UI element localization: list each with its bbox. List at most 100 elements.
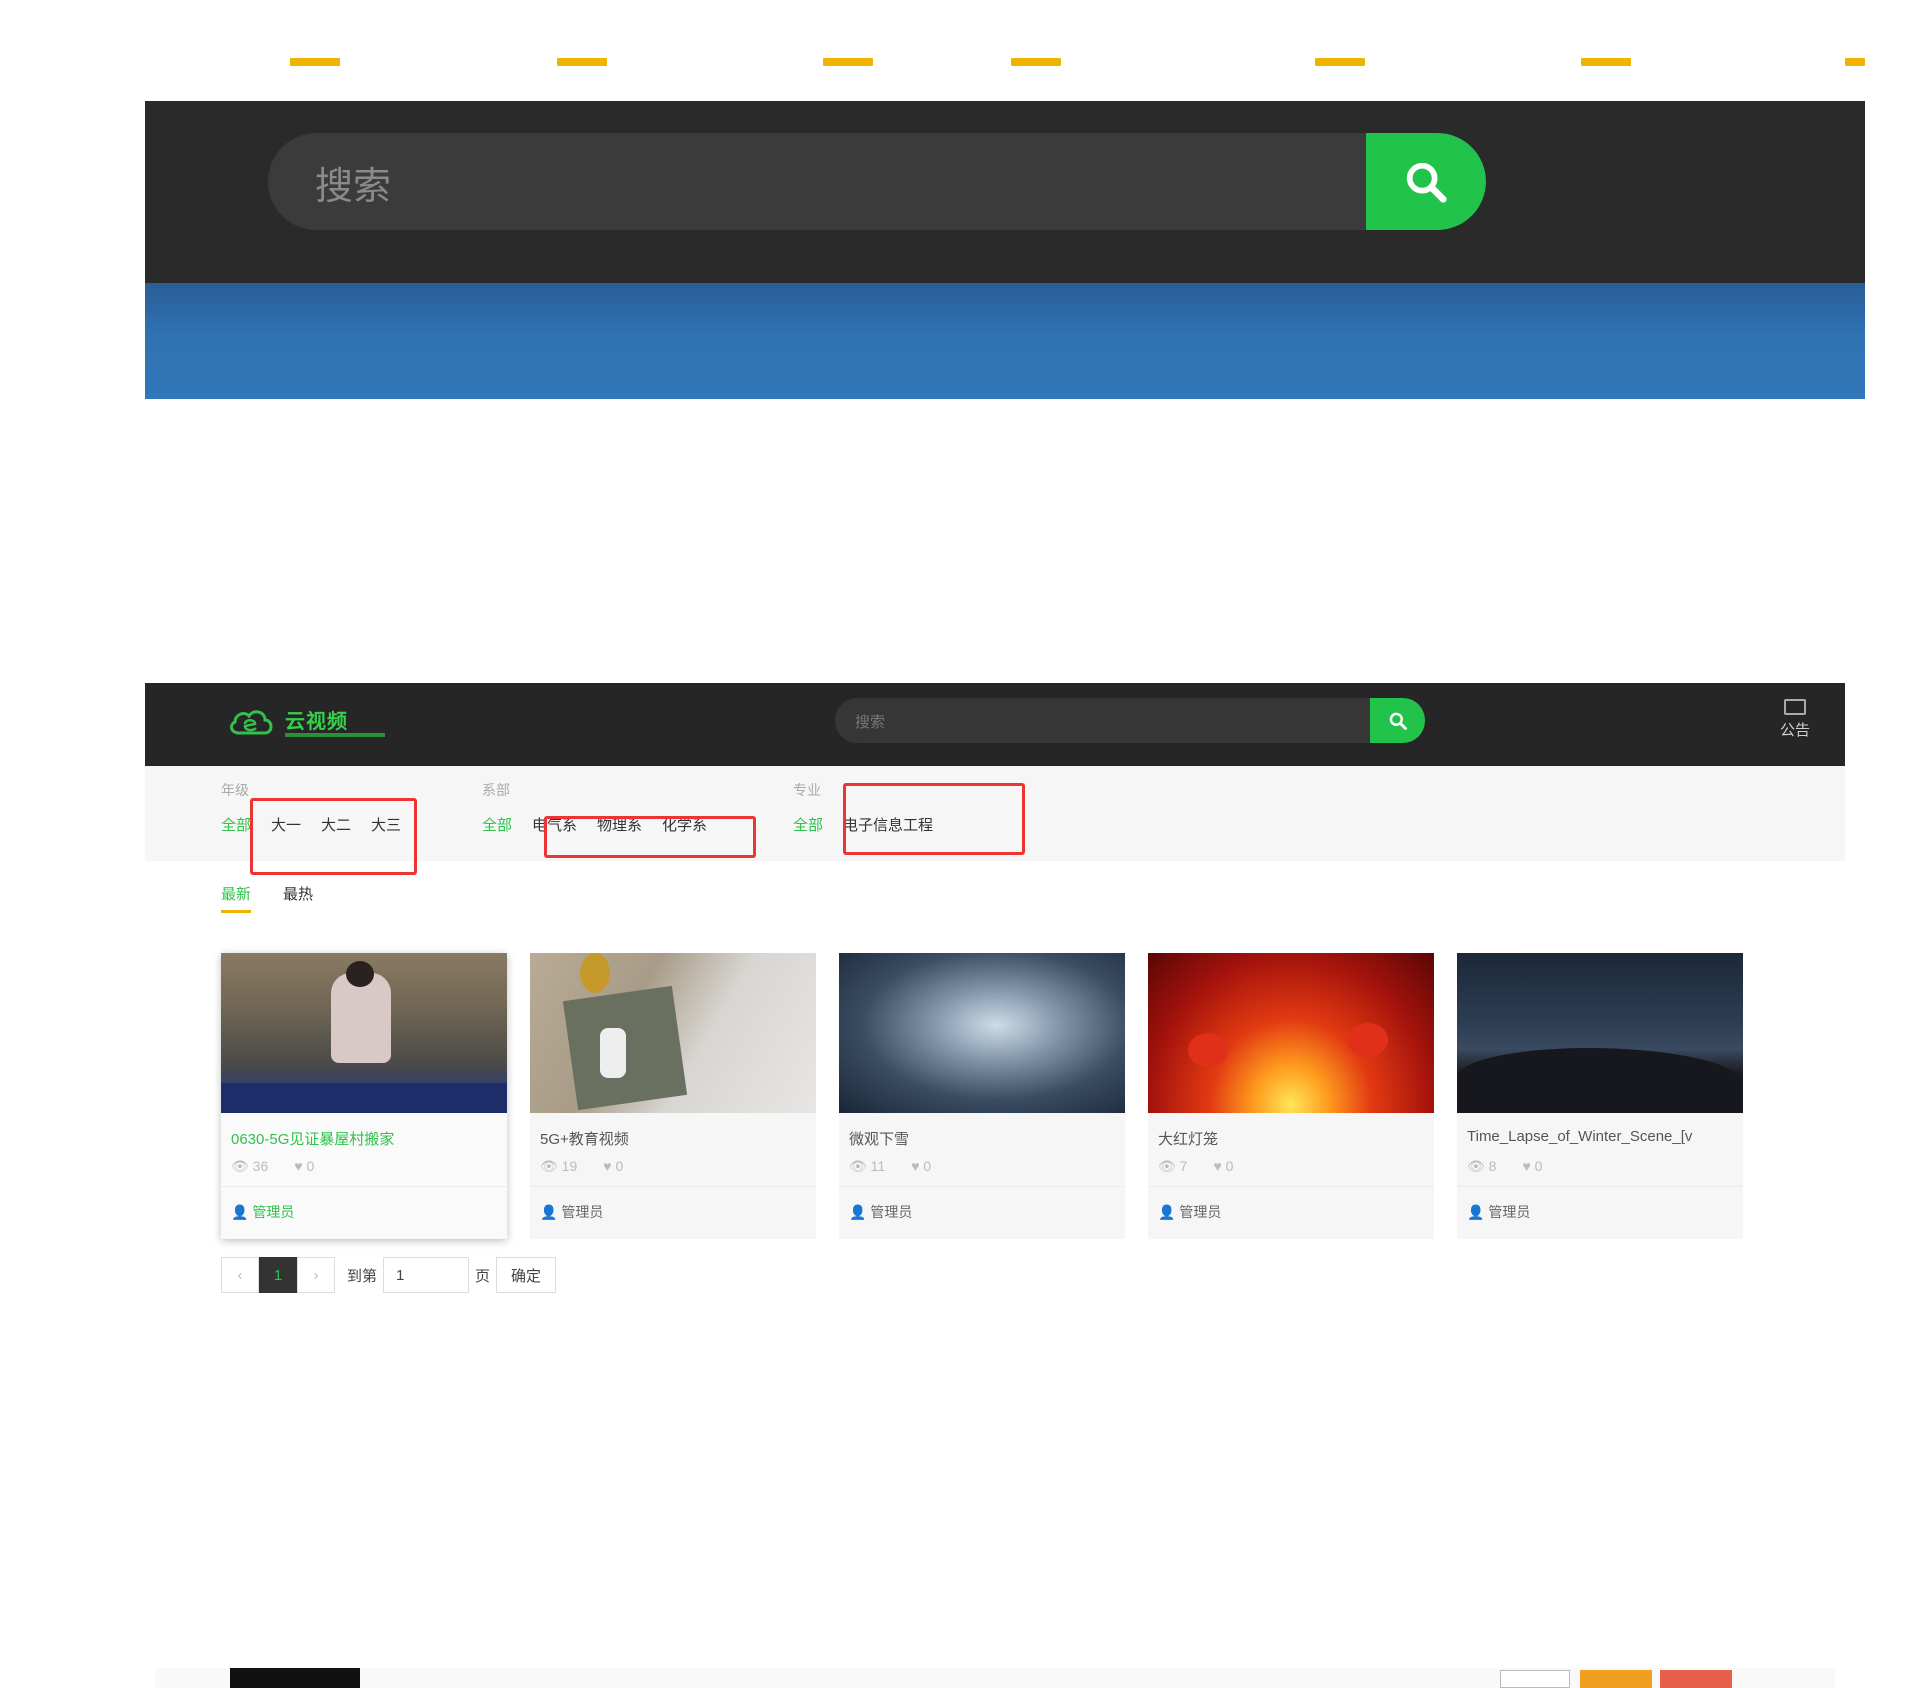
video-card[interactable]: 微观下雪 👁 11 ♥ 0 👤 管理员 xyxy=(839,953,1125,1239)
like-count: ♥ 0 xyxy=(911,1158,931,1175)
top-strip-marker xyxy=(1315,58,1365,66)
heart-icon: ♥ xyxy=(294,1158,303,1174)
prev-page-button[interactable]: ‹ xyxy=(221,1257,259,1293)
heart-icon: ♥ xyxy=(1213,1158,1222,1174)
heart-icon: ♥ xyxy=(911,1158,920,1174)
video-thumbnail[interactable] xyxy=(221,953,507,1113)
site-logo[interactable]: 云视频 xyxy=(227,703,427,749)
filter-option-all[interactable]: 全部 xyxy=(793,814,823,835)
card-divider xyxy=(1457,1186,1743,1187)
zoomed-search-input[interactable]: 搜索 xyxy=(315,155,391,210)
pagination: ‹ 1 › 到第 1 页 确定 xyxy=(221,1256,557,1294)
video-author[interactable]: 👤 管理员 xyxy=(1467,1202,1530,1222)
video-thumbnail[interactable] xyxy=(530,953,816,1113)
author-name: 管理员 xyxy=(252,1204,295,1220)
zoomed-search-button[interactable] xyxy=(1366,133,1486,230)
user-icon: 👤 xyxy=(849,1204,867,1220)
top-strip-marker xyxy=(1011,58,1061,66)
like-count-value: 0 xyxy=(306,1158,315,1174)
like-count: ♥ 0 xyxy=(603,1158,623,1175)
logo-subtitle-line xyxy=(285,733,385,737)
video-thumbnail[interactable] xyxy=(1457,953,1743,1113)
highlight-box-major xyxy=(843,783,1025,855)
author-name: 管理员 xyxy=(561,1204,604,1220)
site-header: 云视频 搜索 公告 xyxy=(145,683,1845,766)
video-card[interactable]: Time_Lapse_of_Winter_Scene_[v 👁 8 ♥ 0 👤 … xyxy=(1457,953,1743,1239)
like-count: ♥ 0 xyxy=(1213,1158,1233,1175)
video-card[interactable]: 0630-5G见证暴屋村搬家 👁 36 ♥ 0 👤 管理员 xyxy=(221,953,507,1239)
tab-hottest[interactable]: 最热 xyxy=(283,883,313,913)
view-count-value: 36 xyxy=(252,1158,269,1174)
author-name: 管理员 xyxy=(1488,1204,1531,1220)
logo-text: 云视频 xyxy=(285,709,348,733)
cropped-button xyxy=(1580,1670,1652,1688)
cloud-logo-icon xyxy=(230,710,273,735)
top-strip-marker xyxy=(823,58,873,66)
author-name: 管理员 xyxy=(1179,1204,1222,1220)
sort-tabs: 最新 最热 xyxy=(221,883,313,913)
zoomed-search-bar[interactable]: 搜索 xyxy=(268,133,1486,230)
heart-icon: ♥ xyxy=(1522,1158,1531,1174)
video-card[interactable]: 5G+教育视频 👁 19 ♥ 0 👤 管理员 xyxy=(530,953,816,1239)
search-button[interactable] xyxy=(1370,698,1425,743)
page-unit-label: 页 xyxy=(475,1267,491,1285)
like-count-value: 0 xyxy=(1534,1158,1543,1174)
video-author[interactable]: 👤 管理员 xyxy=(540,1202,603,1222)
notice-icon xyxy=(1784,699,1806,715)
cropped-dark-block xyxy=(230,1668,360,1688)
highlight-box-grade xyxy=(250,798,417,875)
banner-image xyxy=(145,283,1865,399)
video-thumbnail[interactable] xyxy=(839,953,1125,1113)
like-count: ♥ 0 xyxy=(1522,1158,1542,1175)
like-count: ♥ 0 xyxy=(294,1158,314,1175)
search-icon xyxy=(1389,712,1407,730)
goto-page-input[interactable]: 1 xyxy=(383,1257,470,1293)
video-card[interactable]: 大红灯笼 👁 7 ♥ 0 👤 管理员 xyxy=(1148,953,1434,1239)
video-author[interactable]: 👤 管理员 xyxy=(849,1202,912,1222)
zoomed-site-header: 搜索 xyxy=(145,101,1865,283)
confirm-button[interactable]: 确定 xyxy=(496,1257,557,1293)
eye-icon: 👁 xyxy=(849,1158,867,1174)
video-title[interactable]: 5G+教育视频 xyxy=(540,1128,810,1149)
cropped-button xyxy=(1660,1670,1732,1688)
video-title[interactable]: Time_Lapse_of_Winter_Scene_[v xyxy=(1467,1128,1737,1145)
view-count: 👁 36 xyxy=(231,1158,268,1175)
card-divider xyxy=(839,1186,1125,1187)
view-count-value: 19 xyxy=(561,1158,578,1174)
cropped-bottom-strip xyxy=(155,1668,1835,1688)
notice-label: 公告 xyxy=(1779,722,1810,739)
video-title[interactable]: 0630-5G见证暴屋村搬家 xyxy=(231,1128,501,1149)
top-strip-marker xyxy=(290,58,340,66)
filter-option-all[interactable]: 全部 xyxy=(221,814,251,835)
next-page-button[interactable]: › xyxy=(297,1257,335,1293)
like-count-value: 0 xyxy=(1225,1158,1234,1174)
video-title[interactable]: 微观下雪 xyxy=(849,1128,1119,1149)
video-author[interactable]: 👤 管理员 xyxy=(1158,1202,1221,1222)
current-page[interactable]: 1 xyxy=(259,1257,297,1293)
card-divider xyxy=(221,1186,507,1187)
highlight-box-department xyxy=(544,816,756,858)
video-thumbnail[interactable] xyxy=(1148,953,1434,1113)
like-count-value: 0 xyxy=(615,1158,624,1174)
video-author[interactable]: 👤 管理员 xyxy=(231,1202,294,1222)
card-divider xyxy=(530,1186,816,1187)
view-count-value: 11 xyxy=(870,1158,886,1174)
view-count-value: 8 xyxy=(1488,1158,1497,1174)
user-icon: 👤 xyxy=(1467,1204,1485,1220)
top-strip-marker xyxy=(1845,58,1865,66)
search-input[interactable]: 搜索 xyxy=(855,711,885,732)
search-bar[interactable]: 搜索 xyxy=(835,698,1425,743)
filter-label: 系部 xyxy=(482,782,510,798)
eye-icon: 👁 xyxy=(1158,1158,1176,1174)
search-icon xyxy=(1406,162,1447,203)
filter-option-all[interactable]: 全部 xyxy=(482,814,512,835)
goto-label: 到第 xyxy=(347,1267,378,1285)
heart-icon: ♥ xyxy=(603,1158,612,1174)
video-title[interactable]: 大红灯笼 xyxy=(1158,1128,1428,1149)
tab-latest[interactable]: 最新 xyxy=(221,883,252,913)
view-count: 👁 7 xyxy=(1158,1158,1187,1175)
cropped-top-strip xyxy=(145,52,1865,70)
view-count: 👁 8 xyxy=(1467,1158,1496,1175)
top-strip-marker xyxy=(557,58,607,66)
notice-button[interactable]: 公告 xyxy=(1775,699,1815,740)
